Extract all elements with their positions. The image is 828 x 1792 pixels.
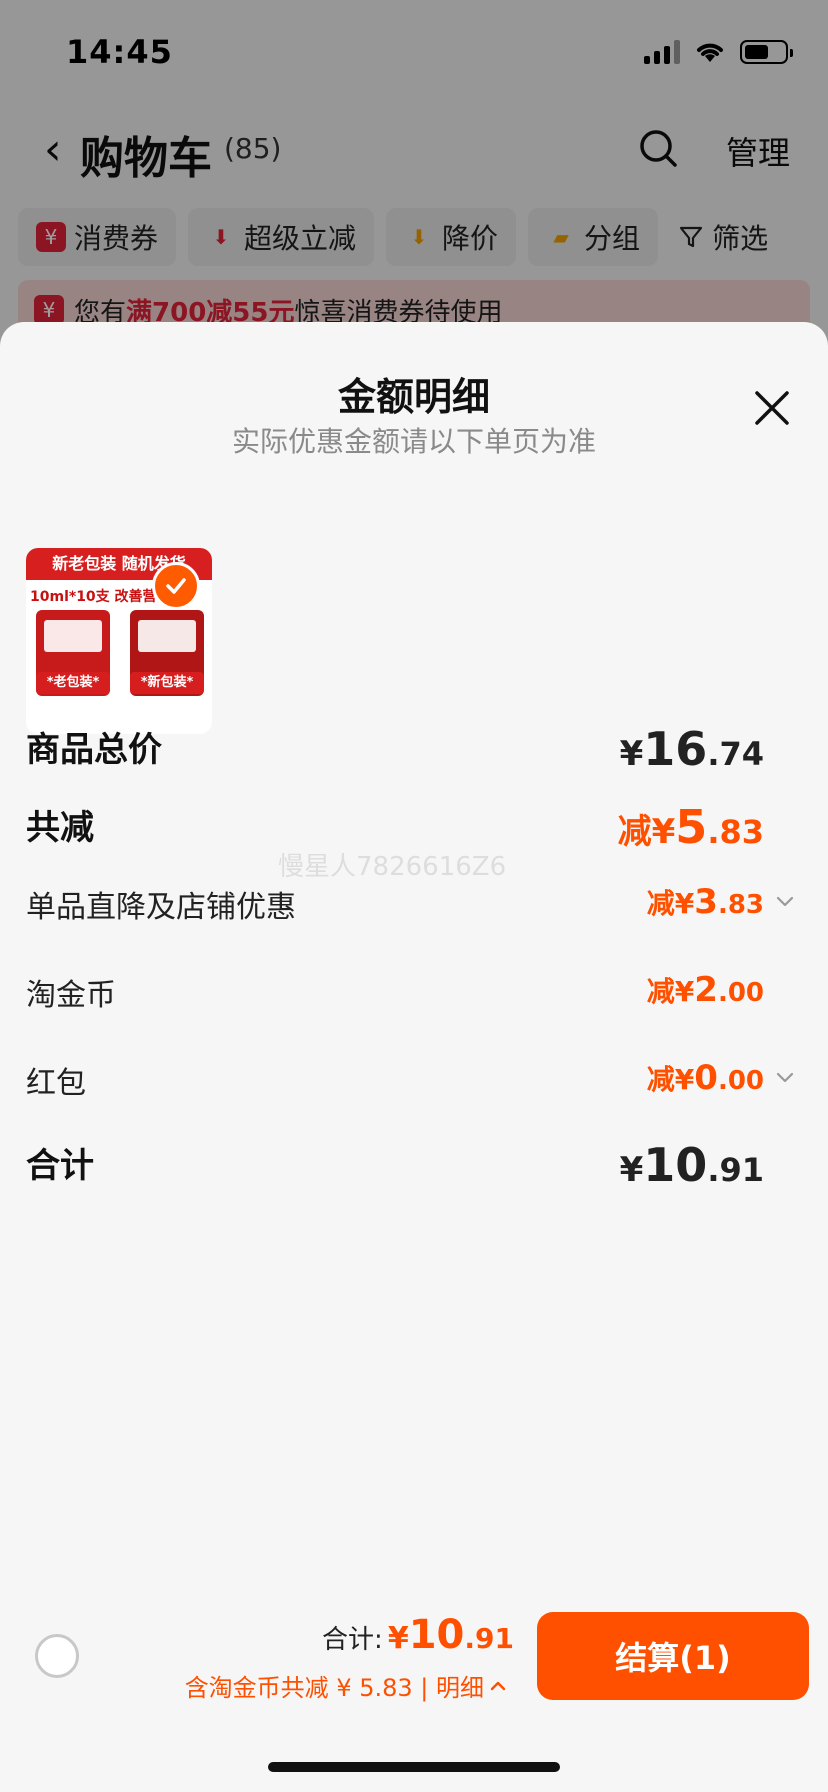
row-amount: 减¥0.00 (646, 1058, 764, 1098)
chevron-down-icon[interactable] (774, 1066, 796, 1088)
sheet-subtitle: 实际优惠金额请以下单页为准 (231, 425, 596, 458)
new-package-box: *新包装* (130, 610, 204, 696)
chevron-up-icon (490, 1681, 506, 1690)
product-spec: 10ml*10支 改善营养 (30, 589, 171, 605)
row-label: 单品直降及店铺优惠 (26, 890, 296, 925)
row-label: 红包 (26, 1066, 86, 1101)
row-red-packet[interactable]: 红包 减¥0.00 (26, 1058, 796, 1118)
amount-detail-sheet: 金额明细 实际优惠金额请以下单页为准 新老包装 随机发货 10ml*10支 改善… (0, 322, 828, 1792)
close-icon[interactable] (752, 388, 792, 428)
row-amount: ¥16.74 (619, 722, 764, 776)
home-indicator[interactable] (268, 1762, 560, 1772)
row-total-discount: 共减 减¥5.83 (26, 800, 796, 860)
old-package-label: *老包装* (36, 672, 110, 694)
selected-check-icon[interactable] (152, 562, 200, 610)
footer-total-label: 合计: (321, 1625, 383, 1655)
row-amount: ¥10.91 (619, 1138, 764, 1192)
row-amount: 减¥3.83 (646, 882, 764, 922)
row-label: 商品总价 (26, 730, 162, 770)
row-amount: 减¥2.00 (646, 970, 764, 1010)
row-label: 共减 (26, 808, 94, 848)
footer-note-text: 含淘金币共减 ¥ 5.83 | 明细 (184, 1674, 484, 1702)
new-package-label: *新包装* (130, 672, 204, 694)
footer-total: 合计: ¥10.91 (321, 1612, 514, 1658)
row-label: 合计 (26, 1146, 94, 1186)
old-package-box: *老包装* (36, 610, 110, 696)
sheet-title: 金额明细 (337, 375, 490, 419)
row-gold-coins: 淘金币 减¥2.00 (26, 970, 796, 1030)
select-all-radio[interactable] (35, 1634, 79, 1678)
row-total-price: 商品总价 ¥16.74 (26, 722, 796, 782)
row-amount: 减¥5.83 (617, 800, 764, 854)
chevron-down-icon[interactable] (774, 890, 796, 912)
row-item-discount[interactable]: 单品直降及店铺优惠 减¥3.83 (26, 882, 796, 942)
row-label: 淘金币 (26, 978, 116, 1013)
discount-detail-toggle[interactable]: 含淘金币共减 ¥ 5.83 | 明细 (185, 1668, 508, 1703)
checkout-button[interactable]: 结算(1) (537, 1612, 809, 1700)
row-grand-total: 合计 ¥10.91 (26, 1138, 796, 1198)
